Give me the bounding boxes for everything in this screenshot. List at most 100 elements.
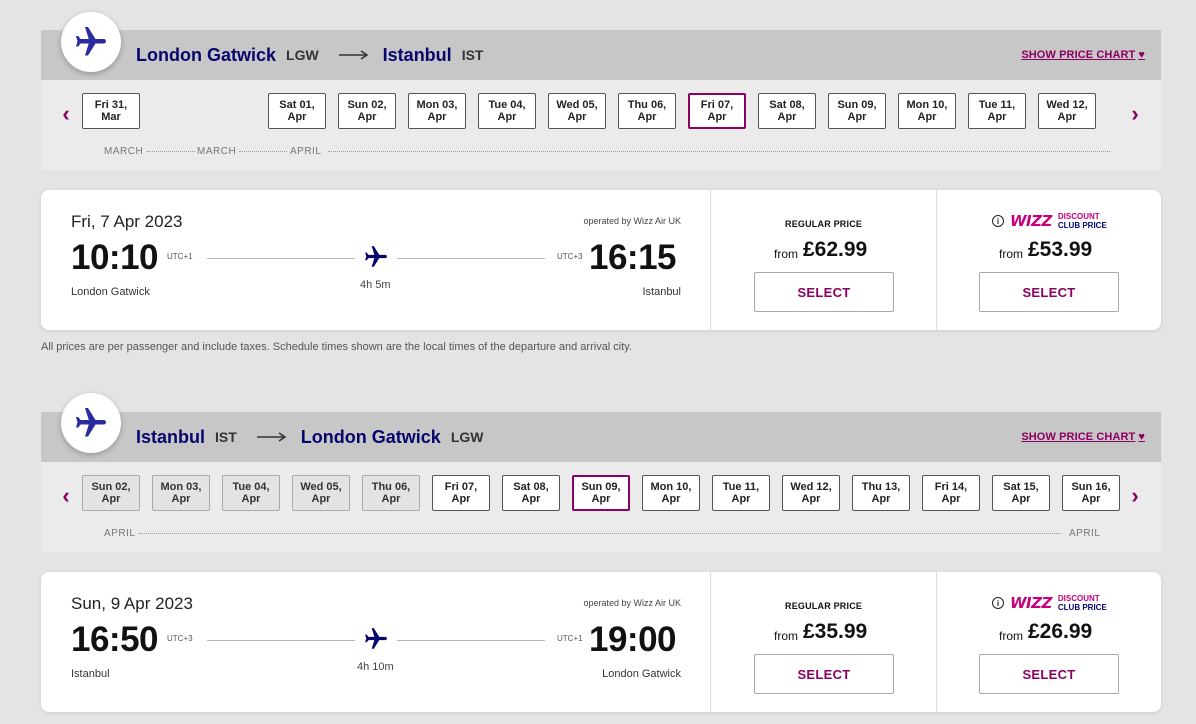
arrival-time: 16:15	[589, 238, 677, 277]
day-tile-weekday: Tue 04,	[488, 99, 526, 111]
day-tile[interactable]: Sat 01, Apr	[268, 93, 326, 129]
day-tile-month: Apr	[451, 493, 471, 505]
club-line1: DISCOUNT	[1057, 594, 1100, 603]
day-tile[interactable]: Thu 06, Apr	[618, 93, 676, 129]
day-tile-weekday: Fri 31,	[94, 99, 128, 111]
day-tile[interactable]: Fri 31, Mar	[82, 93, 140, 129]
day-tile-weekday: Wed 12,	[790, 481, 832, 493]
next-dates-chevron-icon[interactable]: ›	[1123, 483, 1147, 508]
heart-icon: ♥	[1138, 431, 1145, 443]
day-tile[interactable]: Fri 07, Apr	[688, 93, 746, 129]
select-club-button[interactable]: SELECT	[979, 654, 1119, 694]
flight-date: Sun, 9 Apr 2023	[71, 594, 193, 613]
show-price-chart-label: SHOW PRICE CHART	[1021, 431, 1136, 443]
arrival-utc: UTC+1	[557, 634, 583, 643]
outbound-route: London Gatwick LGW Istanbul IST	[136, 30, 489, 80]
operated-by: operated by Wizz Air UK	[583, 216, 681, 226]
arrival-utc: UTC+3	[557, 252, 583, 261]
destination-code: IST	[461, 47, 484, 63]
day-tile[interactable]: Tue 11, Apr	[712, 475, 770, 511]
info-icon[interactable]: i	[992, 215, 1004, 227]
day-tile-weekday: Mon 03,	[160, 481, 202, 493]
day-tile-weekday: Fri 14,	[934, 481, 968, 493]
day-tile[interactable]: Sun 09, Apr	[828, 93, 886, 129]
outbound-flight-card: Fri, 7 Apr 2023 operated by Wizz Air UK …	[41, 190, 1161, 330]
show-price-chart-link[interactable]: SHOW PRICE CHART ♥	[1021, 30, 1145, 80]
outbound-date-strip: ‹ › Fri 31, Mar Sat 01, Apr Sun 02, Apr Mon 03…	[41, 80, 1161, 170]
prev-dates-chevron-icon[interactable]: ‹	[54, 101, 78, 126]
wizz-logo: WIZZ	[1010, 212, 1052, 230]
month-label: APRIL	[104, 528, 136, 539]
wizz-logo: WIZZ	[1010, 594, 1052, 612]
departure-time: 16:50	[71, 620, 159, 659]
day-tile[interactable]: Wed 12, Apr	[1038, 93, 1096, 129]
day-tile[interactable]: Wed 12, Apr	[782, 475, 840, 511]
day-tile[interactable]: Mon 10, Apr	[642, 475, 700, 511]
day-tile-weekday: Tue 04,	[232, 481, 270, 493]
prev-dates-chevron-icon[interactable]: ‹	[54, 483, 78, 508]
departure-utc: UTC+3	[167, 634, 193, 643]
price-from-label: from	[999, 629, 1023, 643]
price-from-label: from	[774, 629, 798, 643]
month-label: MARCH	[197, 146, 237, 157]
departure-city: London Gatwick	[71, 286, 150, 298]
select-regular-button[interactable]: SELECT	[754, 272, 894, 312]
departure-utc: UTC+1	[167, 252, 193, 261]
day-tile-month: Apr	[171, 493, 191, 505]
day-tile[interactable]: Sat 08, Apr	[758, 93, 816, 129]
day-tile[interactable]: Tue 04, Apr	[478, 93, 536, 129]
arrival-city: Istanbul	[642, 286, 681, 298]
day-tile-month: Apr	[1081, 493, 1101, 505]
price-from-label: from	[999, 247, 1023, 261]
day-tile[interactable]: Sat 08, Apr	[502, 475, 560, 511]
day-tile[interactable]: Thu 13, Apr	[852, 475, 910, 511]
day-tile-weekday: Sun 02,	[347, 99, 387, 111]
day-tile-weekday: Sun 16,	[1071, 481, 1111, 493]
info-icon[interactable]: i	[992, 597, 1004, 609]
day-tile-weekday: Tue 11,	[978, 99, 1016, 111]
day-tile-weekday: Mon 10,	[906, 99, 948, 111]
flight-date: Fri, 7 Apr 2023	[71, 212, 183, 231]
day-tile-weekday: Sun 09,	[581, 481, 621, 493]
outbound-route-header: London Gatwick LGW Istanbul IST SHOW PRI…	[41, 30, 1161, 80]
day-tile-weekday: Wed 12,	[1046, 99, 1088, 111]
inbound-route: Istanbul IST London Gatwick LGW	[136, 412, 489, 462]
day-tile-month: Apr	[917, 111, 937, 123]
day-tile-weekday: Sat 01,	[279, 99, 315, 111]
day-tile-weekday: Thu 06,	[371, 481, 411, 493]
day-tile-month: Apr	[637, 111, 657, 123]
discount-club-label: i WIZZ DISCOUNT CLUB PRICE	[992, 212, 1107, 230]
price-from-label: from	[774, 247, 798, 261]
day-tile-month: Apr	[357, 111, 377, 123]
day-tile-month: Apr	[661, 493, 681, 505]
select-club-button[interactable]: SELECT	[979, 272, 1119, 312]
day-tile-weekday: Sun 02,	[91, 481, 131, 493]
day-tile-month: Apr	[731, 493, 751, 505]
airplane-icon	[363, 626, 389, 657]
inbound-flight-card: Sun, 9 Apr 2023 operated by Wizz Air UK …	[41, 572, 1161, 712]
inbound-date-strip: ‹ › Sun 02, Apr Mon 03, Apr Tue 04, Apr Wed 05…	[41, 462, 1161, 552]
day-tile-month: Apr	[1057, 111, 1077, 123]
day-tile: Thu 06, Apr	[362, 475, 420, 511]
day-tile[interactable]: Mon 03, Apr	[408, 93, 466, 129]
arrival-time: 19:00	[589, 620, 677, 659]
month-label: MARCH	[104, 146, 144, 157]
select-regular-button[interactable]: SELECT	[754, 654, 894, 694]
next-dates-chevron-icon[interactable]: ›	[1123, 101, 1147, 126]
day-tile-weekday: Sat 08,	[769, 99, 805, 111]
day-tile[interactable]: Sun 09, Apr	[572, 475, 630, 511]
operated-by: operated by Wizz Air UK	[583, 598, 681, 608]
day-tile[interactable]: Sat 15, Apr	[992, 475, 1050, 511]
day-tile[interactable]: Fri 07, Apr	[432, 475, 490, 511]
day-tile[interactable]: Fri 14, Apr	[922, 475, 980, 511]
day-tile-month: Mar	[101, 111, 121, 123]
day-tile[interactable]: Sun 16, Apr	[1062, 475, 1120, 511]
day-tile[interactable]: Mon 10, Apr	[898, 93, 956, 129]
show-price-chart-link[interactable]: SHOW PRICE CHART ♥	[1021, 412, 1145, 462]
day-tile[interactable]: Sun 02, Apr	[338, 93, 396, 129]
origin-city: London Gatwick	[136, 44, 277, 65]
flight-duration: 4h 5m	[360, 279, 391, 291]
day-tile[interactable]: Wed 05, Apr	[548, 93, 606, 129]
day-tile: Wed 05, Apr	[292, 475, 350, 511]
day-tile[interactable]: Tue 11, Apr	[968, 93, 1026, 129]
